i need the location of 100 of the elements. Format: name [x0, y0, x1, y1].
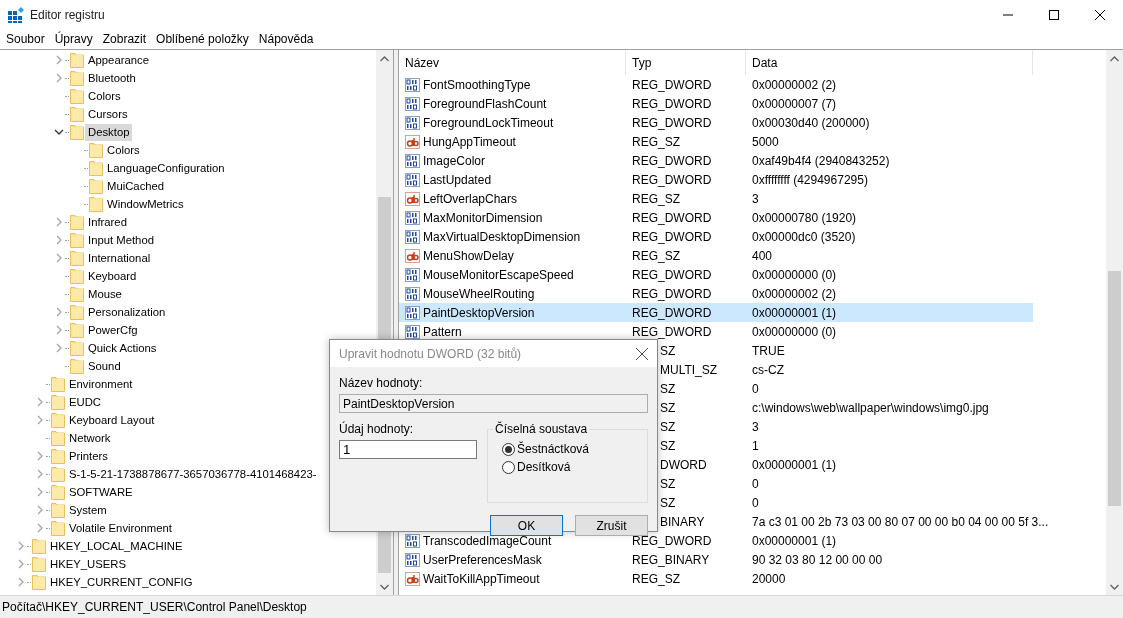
- binary-value-icon: [405, 229, 420, 244]
- tree-item[interactable]: Volatile Environment: [66, 519, 175, 537]
- column-header[interactable]: Název: [399, 50, 626, 75]
- scroll-up-icon[interactable]: [1110, 55, 1119, 62]
- tree-item[interactable]: Cursors: [85, 105, 131, 123]
- tree-item[interactable]: Bluetooth: [85, 69, 139, 87]
- table-row[interactable]: Pattern REG_DWORD 0x00000000 (0): [399, 322, 1033, 341]
- tree-item[interactable]: Sound: [85, 357, 124, 375]
- value-data-field[interactable]: 1: [339, 440, 477, 459]
- tree-item[interactable]: Colors: [85, 87, 124, 105]
- column-header[interactable]: Data: [746, 50, 1033, 75]
- expand-chevron-icon[interactable]: [35, 415, 45, 425]
- value-data: 0xaf49b4f4 (2940843252): [752, 153, 890, 168]
- expand-chevron-icon[interactable]: [16, 541, 26, 551]
- expand-chevron-icon[interactable]: [54, 307, 64, 317]
- value-type: REG_DWORD: [632, 286, 712, 301]
- radio-label[interactable]: Šestnáctková: [517, 442, 590, 456]
- menu-item[interactable]: Oblíbené položky: [151, 32, 254, 46]
- table-row[interactable]: MaxVirtualDesktopDimension REG_DWORD 0x00000dc0 (3520): [399, 227, 1033, 246]
- tree-item[interactable]: Keyboard: [85, 267, 140, 285]
- tree-item[interactable]: Infrared: [85, 213, 130, 231]
- value-name-field[interactable]: PaintDesktopVersion: [339, 394, 648, 413]
- dialog-button[interactable]: OK: [490, 515, 563, 536]
- table-row[interactable]: ForegroundFlashCount REG_DWORD 0x00000007 (7): [399, 94, 1033, 113]
- tree-item[interactable]: Environment: [66, 375, 136, 393]
- radio-label[interactable]: Desítková: [517, 460, 571, 474]
- table-row[interactable]: ImageColor REG_DWORD 0xaf49b4f4 (2940843252): [399, 151, 1033, 170]
- table-row[interactable]: HungAppTimeout REG_SZ 5000: [399, 132, 1033, 151]
- table-row[interactable]: LeftOverlapChars REG_SZ 3: [399, 189, 1033, 208]
- tree-item[interactable]: HKEY_LOCAL_MACHINE: [47, 537, 186, 555]
- expand-chevron-icon[interactable]: [35, 469, 45, 479]
- column-header[interactable]: Typ: [626, 50, 746, 75]
- scrollbar[interactable]: [1106, 50, 1123, 595]
- dialog-button[interactable]: Zrušit: [575, 515, 648, 536]
- expand-chevron-icon[interactable]: [35, 505, 45, 515]
- tree-item[interactable]: International: [85, 249, 154, 267]
- scroll-up-icon[interactable]: [380, 55, 389, 62]
- tree-item[interactable]: Printers: [66, 447, 111, 465]
- expand-chevron-icon[interactable]: [35, 397, 45, 407]
- table-row[interactable]: FontSmoothingType REG_DWORD 0x00000002 (2): [399, 75, 1033, 94]
- scrollbar-thumb[interactable]: [1108, 271, 1121, 507]
- expand-chevron-icon[interactable]: [35, 523, 45, 533]
- expand-chevron-icon[interactable]: [54, 55, 64, 65]
- folder-icon: [70, 358, 84, 374]
- radio-button[interactable]: [502, 442, 515, 456]
- expand-chevron-icon[interactable]: [35, 487, 45, 497]
- folder-icon: [89, 178, 103, 194]
- scroll-down-icon[interactable]: [1110, 583, 1119, 590]
- table-row[interactable]: MaxMonitorDimension REG_DWORD 0x00000780 (1920): [399, 208, 1033, 227]
- expand-chevron-icon[interactable]: [54, 217, 64, 227]
- table-row[interactable]: MouseWheelRouting REG_DWORD 0x00000002 (2): [399, 284, 1033, 303]
- tree-item[interactable]: Appearance: [85, 51, 152, 69]
- tree-item[interactable]: EUDC: [66, 393, 104, 411]
- tree-item[interactable]: Mouse: [85, 285, 125, 303]
- tree-item[interactable]: HKEY_CURRENT_CONFIG: [47, 573, 196, 591]
- table-row[interactable]: LastUpdated REG_DWORD 0xffffffff (4294967295): [399, 170, 1033, 189]
- tree-item[interactable]: S-1-5-21-1738878677-3657036778-4101468423-: [66, 465, 320, 483]
- tree-item[interactable]: Colors: [104, 141, 143, 159]
- table-row[interactable]: PaintDesktopVersion REG_DWORD 0x00000001 (1): [399, 303, 1033, 322]
- expand-chevron-icon[interactable]: [54, 325, 64, 335]
- table-row[interactable]: MouseMonitorEscapeSpeed REG_DWORD 0x00000000 (0): [399, 265, 1033, 284]
- expand-chevron-icon[interactable]: [16, 559, 26, 569]
- value-data: 400: [752, 248, 773, 263]
- tree-item[interactable]: WindowMetrics: [104, 195, 187, 213]
- tree-item[interactable]: MuiCached: [104, 177, 168, 195]
- scroll-down-icon[interactable]: [380, 583, 389, 590]
- tree-item[interactable]: Desktop: [85, 123, 133, 141]
- menu-item[interactable]: Soubor: [1, 32, 50, 46]
- table-row[interactable]: MenuShowDelay REG_SZ 400: [399, 246, 1033, 265]
- value-type: MULTI_SZ: [660, 362, 718, 377]
- value-type: REG_DWORD: [632, 210, 712, 225]
- tree-item[interactable]: SOFTWARE: [66, 483, 136, 501]
- table-row[interactable]: ForegroundLockTimeout REG_DWORD 0x00030d40 (200000): [399, 113, 1033, 132]
- table-row[interactable]: WaitToKillAppTimeout REG_SZ 20000: [399, 569, 1033, 588]
- expand-chevron-icon[interactable]: [54, 253, 64, 263]
- expand-chevron-icon[interactable]: [54, 73, 64, 83]
- expand-chevron-icon[interactable]: [16, 577, 26, 587]
- table-row[interactable]: UserPreferencesMask REG_BINARY 90 32 03 80 12 00 00 00: [399, 550, 1033, 569]
- expand-chevron-icon[interactable]: [54, 235, 64, 245]
- tree-item[interactable]: Personalization: [85, 303, 169, 321]
- menu-item[interactable]: Úpravy: [49, 32, 98, 46]
- tree-item[interactable]: System: [66, 501, 110, 519]
- tree-item[interactable]: Quick Actions: [85, 339, 160, 357]
- value-type: REG_DWORD: [632, 267, 712, 282]
- menu-item[interactable]: Nápověda: [253, 32, 319, 46]
- radio-button[interactable]: [502, 460, 515, 474]
- tree-item[interactable]: Keyboard Layout: [66, 411, 158, 429]
- value-type: SZ: [660, 419, 676, 434]
- tree-item[interactable]: Network: [66, 429, 114, 447]
- expand-chevron-icon[interactable]: [54, 343, 64, 353]
- tree-item[interactable]: HKEY_USERS: [47, 555, 129, 573]
- value-data: 0x00000000 (0): [752, 324, 837, 339]
- tree-item[interactable]: PowerCfg: [85, 321, 141, 339]
- folder-icon: [70, 232, 84, 248]
- collapse-chevron-icon[interactable]: [54, 127, 64, 137]
- tree-item[interactable]: Input Method: [85, 231, 157, 249]
- menu-item[interactable]: Zobrazit: [97, 32, 152, 46]
- expand-chevron-icon[interactable]: [35, 451, 45, 461]
- value-type: SZ: [660, 381, 676, 396]
- tree-item[interactable]: LanguageConfiguration: [104, 159, 228, 177]
